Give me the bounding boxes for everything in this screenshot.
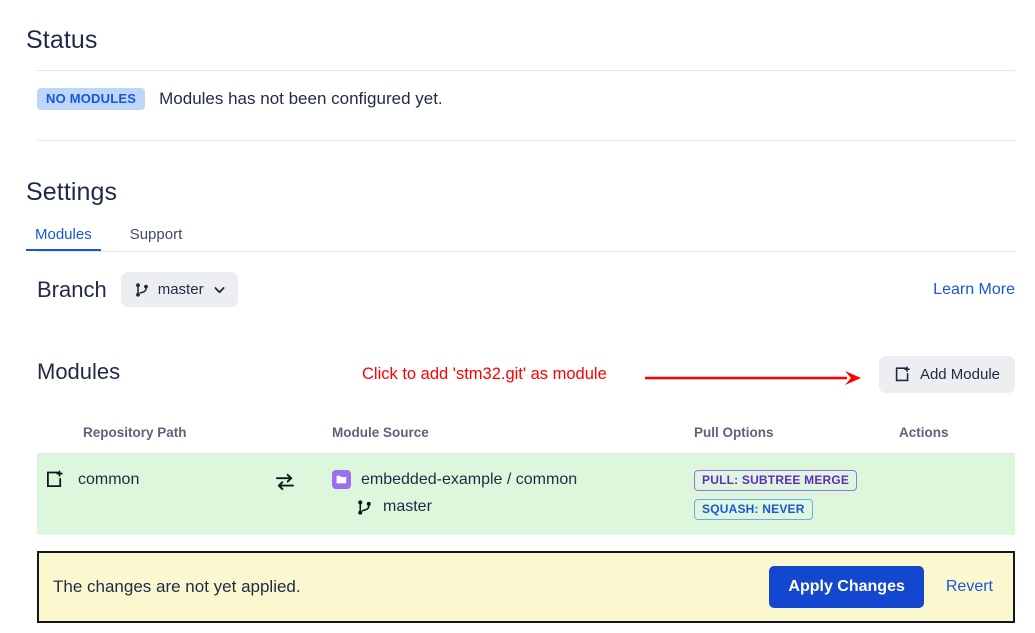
- annotation-text: Click to add 'stm32.git' as module: [362, 365, 607, 383]
- cell-pull-options: PULL: SUBTREE MERGE SQUASH: NEVER: [694, 470, 899, 520]
- branch-row: Branch master Learn More: [37, 272, 1015, 307]
- modules-table: Repository Path Module Source Pull Optio…: [37, 425, 1015, 535]
- module-branch-line: master: [332, 498, 694, 516]
- column-header-pull-options: Pull Options: [694, 425, 774, 440]
- module-source-line: embedded-example / common: [332, 470, 694, 489]
- column-header-repository-path: Repository Path: [83, 425, 187, 440]
- tabs-divider: [37, 251, 1015, 252]
- chevron-down-icon: [214, 286, 225, 294]
- status-row: NO MODULES Modules has not been configur…: [37, 88, 443, 110]
- tab-modules[interactable]: Modules: [26, 222, 101, 251]
- branch-selector[interactable]: master: [120, 272, 238, 307]
- swap-arrows-icon: [274, 471, 296, 493]
- annotation-arrow-icon: [645, 367, 865, 389]
- status-divider-top: [37, 70, 1015, 71]
- settings-heading: Settings: [26, 178, 118, 206]
- apply-changes-button[interactable]: Apply Changes: [769, 566, 924, 608]
- modules-header-row: Modules Click to add 'stm32.git' as modu…: [37, 356, 1015, 396]
- module-source-value: embedded-example / common: [361, 470, 578, 488]
- settings-page: Status NO MODULES Modules has not been c…: [0, 0, 1035, 633]
- revert-link[interactable]: Revert: [946, 578, 993, 596]
- cell-repository-path: common: [37, 470, 332, 490]
- status-badge: NO MODULES: [37, 88, 146, 110]
- pull-strategy-tag: PULL: SUBTREE MERGE: [694, 470, 858, 491]
- column-header-module-source: Module Source: [332, 425, 429, 440]
- status-message: Modules has not been configured yet.: [159, 89, 443, 108]
- tab-modules-label: Modules: [35, 226, 92, 243]
- pending-changes-notice: The changes are not yet applied. Apply C…: [37, 551, 1015, 623]
- add-module-label: Add Module: [919, 366, 1000, 383]
- learn-more-link[interactable]: Learn More: [933, 281, 1015, 299]
- column-header-actions: Actions: [899, 425, 949, 440]
- repository-icon: [332, 470, 351, 489]
- squash-policy-tag: SQUASH: NEVER: [694, 499, 813, 520]
- cell-module-source: embedded-example / common master: [332, 470, 694, 516]
- add-box-icon: [894, 366, 911, 383]
- settings-tabs: Modules Support: [26, 222, 1015, 251]
- add-box-icon: [45, 470, 64, 489]
- status-heading: Status: [26, 26, 98, 54]
- branch-selected-value: master: [157, 281, 204, 298]
- tab-support-label: Support: [129, 226, 183, 243]
- tab-support[interactable]: Support: [121, 222, 192, 251]
- table-header-row: Repository Path Module Source Pull Optio…: [37, 425, 1015, 454]
- status-divider-bottom: [37, 140, 1015, 141]
- table-row[interactable]: common embedded-example / common master …: [37, 454, 1015, 535]
- git-branch-icon: [134, 282, 150, 298]
- notice-message: The changes are not yet applied.: [53, 577, 301, 596]
- module-branch-value: master: [383, 498, 432, 515]
- git-branch-icon: [356, 499, 373, 516]
- repository-path-value: common: [78, 470, 140, 488]
- branch-label: Branch: [37, 276, 107, 302]
- add-module-button[interactable]: Add Module: [878, 356, 1015, 393]
- modules-heading: Modules: [37, 359, 121, 384]
- notice-actions: Apply Changes Revert: [769, 566, 993, 608]
